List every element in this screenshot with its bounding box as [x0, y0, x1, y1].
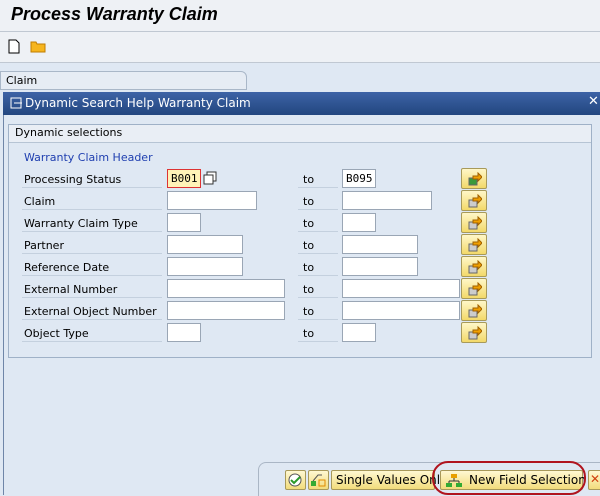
multiple-selection-button[interactable] — [461, 234, 487, 255]
copy-icon[interactable] — [203, 171, 217, 185]
open-folder-icon[interactable] — [30, 40, 47, 53]
row-divider — [298, 319, 338, 320]
single-values-only-button[interactable]: Single Values Only — [331, 470, 447, 490]
to-input[interactable] — [342, 323, 376, 342]
row-divider — [22, 341, 162, 342]
from-input[interactable]: B001 — [167, 169, 201, 188]
field-label: Claim — [24, 195, 56, 208]
field-label: External Number — [24, 283, 118, 296]
multiple-selection-icon — [468, 216, 482, 230]
multiple-selection-button[interactable] — [461, 322, 487, 343]
field-label: Warranty Claim Type — [24, 217, 138, 230]
to-input[interactable] — [342, 257, 418, 276]
multiple-selection-icon — [468, 282, 482, 296]
multiple-selection-button[interactable] — [461, 190, 487, 211]
section-title: Warranty Claim Header — [24, 151, 153, 164]
row-divider — [298, 187, 338, 188]
row-divider — [22, 297, 162, 298]
row-divider — [22, 319, 162, 320]
to-input[interactable] — [342, 301, 460, 320]
highlight-ellipse — [432, 461, 586, 495]
hierarchy-button[interactable] — [308, 470, 329, 490]
multiple-selection-button[interactable] — [461, 212, 487, 233]
to-label: to — [303, 239, 315, 252]
row-divider — [22, 187, 162, 188]
cancel-icon: ✕ — [590, 472, 600, 486]
from-input[interactable] — [167, 213, 201, 232]
tab-label: Claim — [6, 74, 38, 87]
title-bar: Process Warranty Claim — [0, 0, 600, 32]
group-header: Dynamic selections — [9, 125, 591, 143]
group-title: Dynamic selections — [15, 126, 123, 139]
row-divider — [298, 231, 338, 232]
cancel-button[interactable]: ✕ — [588, 470, 600, 490]
row-divider — [298, 275, 338, 276]
dialog-icon — [10, 97, 22, 109]
new-document-icon[interactable] — [8, 39, 20, 54]
row-divider — [298, 341, 338, 342]
row-divider — [298, 253, 338, 254]
row-divider — [298, 209, 338, 210]
multiple-selection-icon — [468, 304, 482, 318]
to-input[interactable] — [342, 279, 460, 298]
field-label: Reference Date — [24, 261, 110, 274]
multiple-selection-button[interactable] — [461, 168, 487, 189]
clock-check-icon — [288, 473, 302, 487]
execute-button[interactable] — [285, 470, 306, 490]
from-input[interactable] — [167, 257, 243, 276]
from-input[interactable] — [167, 235, 243, 254]
field-label: Object Type — [24, 327, 89, 340]
to-label: to — [303, 195, 315, 208]
row-divider — [22, 209, 162, 210]
row-divider — [22, 275, 162, 276]
to-label: to — [303, 261, 315, 274]
multiple-selection-icon — [468, 260, 482, 274]
field-label: Processing Status — [24, 173, 122, 186]
to-input[interactable] — [342, 235, 418, 254]
from-input[interactable] — [167, 279, 285, 298]
row-divider — [22, 253, 162, 254]
multiple-selection-icon — [468, 326, 482, 340]
multiple-selection-icon — [468, 172, 482, 186]
toolbar — [0, 32, 600, 63]
dialog-header: Dynamic Search Help Warranty Claim ✕ — [3, 92, 600, 115]
from-input[interactable] — [167, 323, 201, 342]
to-label: to — [303, 217, 315, 230]
multiple-selection-button[interactable] — [461, 256, 487, 277]
from-input[interactable] — [167, 191, 257, 210]
multiple-selection-button[interactable] — [461, 278, 487, 299]
close-icon[interactable]: ✕ — [588, 94, 599, 109]
to-label: to — [303, 327, 315, 340]
field-label: Partner — [24, 239, 64, 252]
row-divider — [22, 231, 162, 232]
multiple-selection-icon — [468, 238, 482, 252]
row-divider — [298, 297, 338, 298]
page-title: Process Warranty Claim — [11, 4, 218, 24]
from-input[interactable] — [167, 301, 285, 320]
to-input[interactable] — [342, 191, 432, 210]
hierarchy-icon — [311, 474, 326, 487]
dialog-title: Dynamic Search Help Warranty Claim — [25, 96, 251, 110]
to-label: to — [303, 305, 315, 318]
to-input[interactable]: B095 — [342, 169, 376, 188]
to-label: to — [303, 173, 315, 186]
multiple-selection-icon — [468, 194, 482, 208]
to-label: to — [303, 283, 315, 296]
multiple-selection-button[interactable] — [461, 300, 487, 321]
to-input[interactable] — [342, 213, 376, 232]
field-label: External Object Number — [24, 305, 157, 318]
tab-claim[interactable]: Claim — [0, 71, 247, 90]
